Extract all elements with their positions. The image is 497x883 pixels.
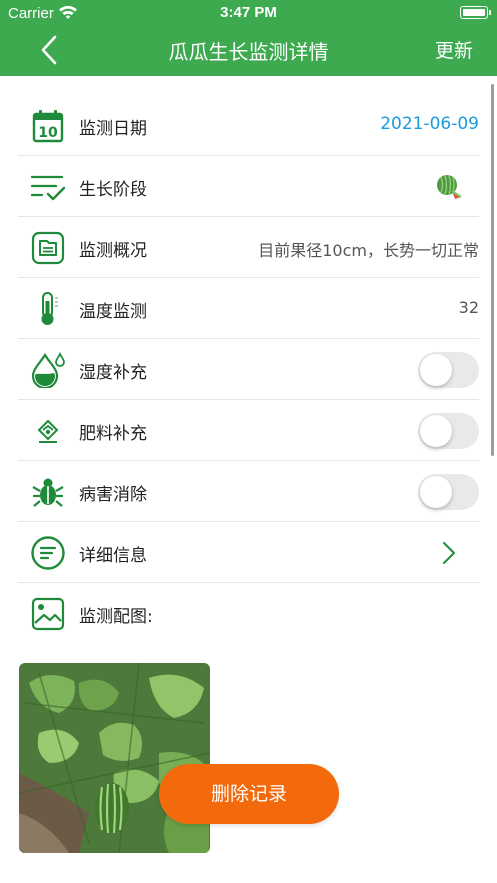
row-details[interactable]: 详细信息 <box>18 522 479 583</box>
row-label: 病害消除 <box>79 485 147 505</box>
page-title: 瓜瓜生长监测详情 <box>168 40 329 64</box>
row-label: 监测配图: <box>79 607 153 627</box>
fertilizer-icon <box>37 419 59 443</box>
humidity-icon <box>31 352 65 388</box>
overview-value: 目前果径10cm，长势一切正常 <box>258 241 479 260</box>
update-button[interactable]: 更新 <box>435 36 473 63</box>
row-monitor-date: 10 监测日期 2021-06-09 <box>18 95 479 156</box>
humidity-toggle[interactable] <box>418 352 479 388</box>
nav-bar: Carrier 3:47 PM 瓜瓜生长监测详情 更新 <box>0 0 497 76</box>
thermometer-icon <box>41 292 58 325</box>
watermelon-icon <box>437 175 462 199</box>
toggle-knob <box>420 415 452 447</box>
row-label: 生长阶段 <box>79 180 147 200</box>
details-icon <box>31 536 65 570</box>
row-photo-header: 监测配图: <box>18 583 479 644</box>
row-label: 详细信息 <box>79 546 147 566</box>
fertilizer-toggle[interactable] <box>418 413 479 449</box>
battery-icon <box>460 6 491 19</box>
disease-toggle[interactable] <box>418 474 479 510</box>
row-label: 监测概况 <box>79 241 147 261</box>
document-icon <box>31 231 65 265</box>
toggle-knob <box>420 476 452 508</box>
calendar-day: 10 <box>38 125 58 141</box>
chevron-right-icon[interactable] <box>441 540 457 566</box>
row-growth-stage: 生长阶段 <box>18 156 479 217</box>
row-humidity: 湿度补充 <box>18 339 479 400</box>
monitor-date-value: 2021-06-09 <box>380 114 479 134</box>
bug-icon <box>32 478 64 507</box>
row-fertilizer: 肥料补充 <box>18 400 479 461</box>
row-label: 温度监测 <box>79 302 147 322</box>
clock: 3:47 PM <box>220 4 277 21</box>
row-disease: 病害消除 <box>18 461 479 522</box>
monitor-photo[interactable] <box>19 663 210 853</box>
row-label: 湿度补充 <box>79 363 147 383</box>
watermelon-photo-image <box>19 663 210 853</box>
temperature-value: 32 <box>458 298 479 317</box>
delete-record-button[interactable]: 删除记录 <box>159 764 339 824</box>
scrollbar[interactable] <box>491 84 494 456</box>
row-label: 监测日期 <box>79 119 147 139</box>
row-label: 肥料补充 <box>79 424 147 444</box>
detail-list: 10 监测日期 2021-06-09 生长阶段 监测概况 目前果径10cm，长势… <box>18 95 479 644</box>
toggle-knob <box>420 354 452 386</box>
row-temperature: 温度监测 32 <box>18 278 479 339</box>
image-icon <box>31 597 65 631</box>
growth-stage-icon <box>30 175 66 201</box>
calendar-icon: 10 <box>32 110 64 143</box>
status-bar: Carrier 3:47 PM <box>0 0 497 26</box>
row-overview: 监测概况 目前果径10cm，长势一切正常 <box>18 217 479 278</box>
